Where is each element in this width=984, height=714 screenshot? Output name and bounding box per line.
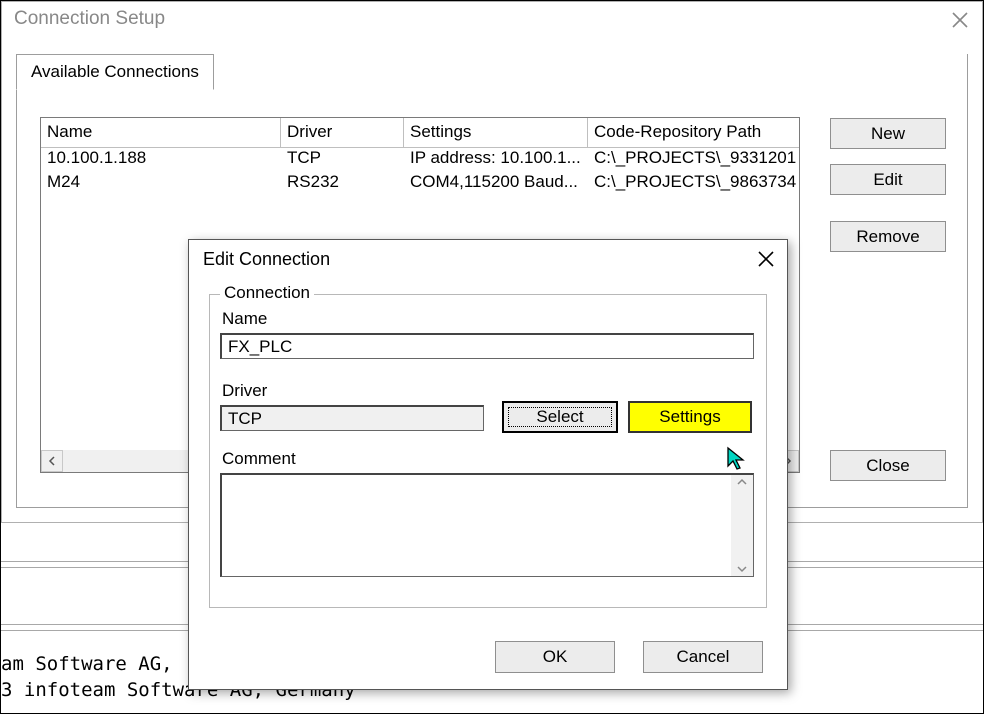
column-header-path[interactable]: Code-Repository Path [588,118,799,148]
scroll-left-icon[interactable] [41,450,63,472]
cell-path: C:\_PROJECTS\_9863734 [588,172,799,196]
name-input[interactable]: FX_PLC [220,333,754,359]
table-row[interactable]: 10.100.1.188 TCP IP address: 10.100.1...… [41,148,799,172]
ok-button[interactable]: OK [495,641,615,673]
edit-button[interactable]: Edit [830,164,946,195]
new-button[interactable]: New [830,118,946,149]
driver-display: TCP [220,405,484,431]
cell-driver: RS232 [281,172,404,196]
group-label: Connection [220,283,314,303]
close-icon[interactable] [751,244,781,274]
window-title: Connection Setup [2,2,982,36]
edit-connection-dialog: Edit Connection Connection Name FX_PLC D… [188,239,788,690]
scroll-down-icon[interactable] [737,562,747,576]
cell-settings: IP address: 10.100.1... [404,148,588,172]
comment-label: Comment [222,449,296,469]
column-header-driver[interactable]: Driver [281,118,404,148]
comment-textarea[interactable] [220,473,754,577]
cell-driver: TCP [281,148,404,172]
settings-button[interactable]: Settings [628,401,752,433]
dialog-title: Edit Connection [189,240,787,278]
tab-available-connections[interactable]: Available Connections [16,54,214,90]
name-label: Name [222,309,267,329]
cell-name: M24 [41,172,281,196]
settings-button-label: Settings [659,407,720,427]
close-icon[interactable] [946,6,974,34]
column-header-settings[interactable]: Settings [404,118,588,148]
cell-name: 10.100.1.188 [41,148,281,172]
select-button[interactable]: Select [502,401,618,433]
close-button[interactable]: Close [830,450,946,481]
connection-group: Connection Name FX_PLC Driver TCP Select… [209,294,767,608]
column-header-name[interactable]: Name [41,118,281,148]
cell-settings: COM4,115200 Baud... [404,172,588,196]
select-button-label: Select [536,407,583,427]
scroll-up-icon[interactable] [737,475,747,489]
cell-path: C:\_PROJECTS\_9331201 [588,148,799,172]
textarea-vscrollbar[interactable] [731,475,753,576]
table-row[interactable]: M24 RS232 COM4,115200 Baud... C:\_PROJEC… [41,172,799,196]
listview-header: Name Driver Settings Code-Repository Pat… [41,118,799,148]
cancel-button[interactable]: Cancel [643,641,763,673]
driver-label: Driver [222,381,267,401]
remove-button[interactable]: Remove [830,221,946,252]
stage: Connection Setup Available Connections N… [0,0,984,714]
footer-line1: am Software AG, [1,653,173,675]
mouse-cursor-icon [726,446,748,472]
